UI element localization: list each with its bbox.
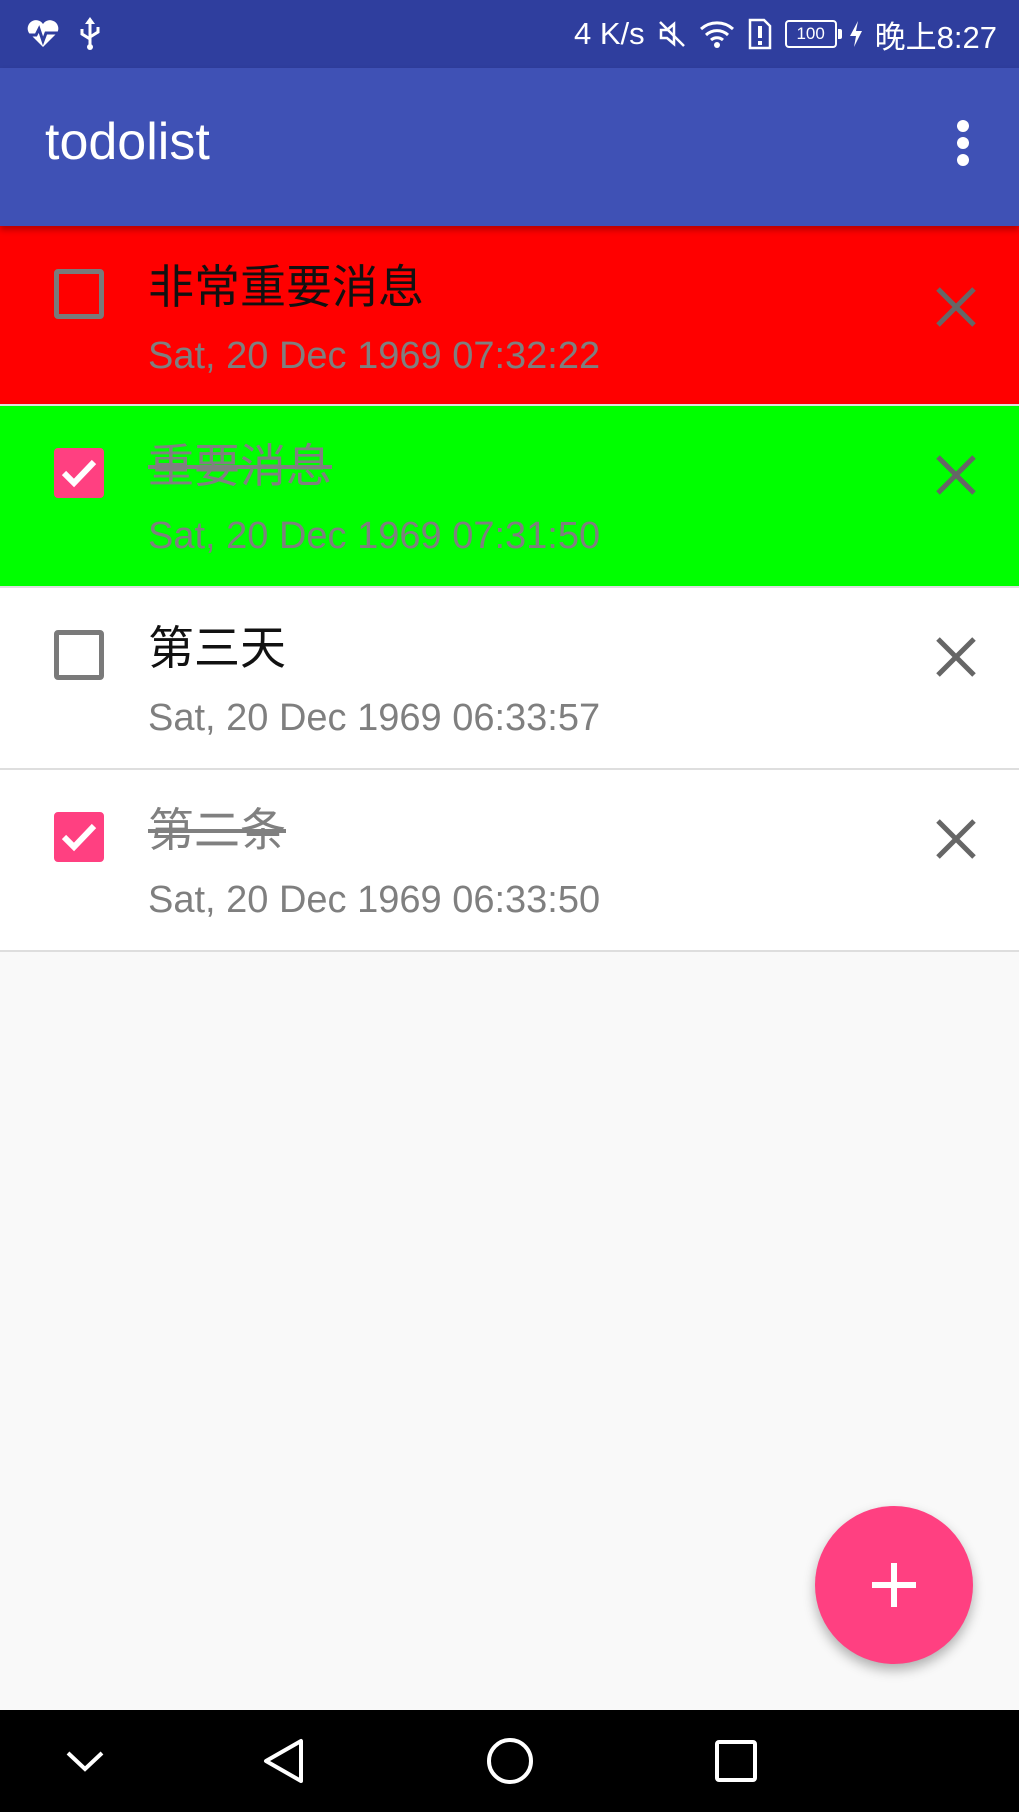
todo-item[interactable]: 第三天 Sat, 20 Dec 1969 06:33:57 <box>0 588 1019 770</box>
todo-timestamp: Sat, 20 Dec 1969 07:31:50 <box>148 515 601 557</box>
home-icon <box>487 1738 533 1784</box>
more-vert-icon <box>957 120 969 166</box>
close-icon <box>936 455 976 495</box>
app-title: todolist <box>45 113 210 171</box>
todo-title: 非常重要消息 <box>148 260 424 314</box>
plus-icon <box>872 1563 916 1607</box>
back-icon <box>264 1739 303 1783</box>
status-right: 4 K/s 100 晚上8:27 <box>574 0 997 68</box>
delete-button[interactable] <box>927 628 985 686</box>
usb-icon <box>78 17 102 51</box>
delete-button[interactable] <box>927 810 985 868</box>
home-button[interactable] <box>480 1731 540 1791</box>
todo-title: 重要消息 <box>148 439 332 493</box>
status-left-icons <box>26 0 102 68</box>
todo-item[interactable]: 非常重要消息 Sat, 20 Dec 1969 07:32:22 <box>0 226 1019 406</box>
close-icon <box>936 819 976 859</box>
todo-checkbox[interactable] <box>54 269 104 319</box>
wifi-icon <box>699 19 735 49</box>
check-icon <box>61 823 97 852</box>
back-button[interactable] <box>253 1731 313 1791</box>
todo-title: 第三天 <box>148 621 286 675</box>
delete-button[interactable] <box>927 446 985 504</box>
mute-icon <box>657 19 687 49</box>
todo-list: 非常重要消息 Sat, 20 Dec 1969 07:32:22 重要消息 Sa… <box>0 226 1019 952</box>
todo-timestamp: Sat, 20 Dec 1969 07:32:22 <box>148 335 601 377</box>
navigation-bar <box>0 1710 1019 1812</box>
todo-checkbox[interactable] <box>54 448 104 498</box>
todo-checkbox[interactable] <box>54 812 104 862</box>
todo-title: 第二条 <box>148 803 286 857</box>
hide-nav-button[interactable] <box>55 1731 115 1791</box>
battery-indicator: 100 <box>784 20 842 48</box>
todo-timestamp: Sat, 20 Dec 1969 06:33:57 <box>148 697 601 739</box>
recents-icon <box>715 1740 757 1782</box>
network-speed: 4 K/s <box>574 16 645 51</box>
charging-icon <box>849 21 863 47</box>
alert-icon <box>747 18 773 50</box>
status-bar: 4 K/s 100 晚上8:27 <box>0 0 1019 68</box>
delete-button[interactable] <box>927 278 985 336</box>
todo-timestamp: Sat, 20 Dec 1969 06:33:50 <box>148 879 601 921</box>
close-icon <box>936 287 976 327</box>
recents-button[interactable] <box>706 1731 766 1791</box>
close-icon <box>936 637 976 677</box>
chevron-down-icon <box>66 1751 104 1772</box>
todo-checkbox[interactable] <box>54 630 104 680</box>
check-icon <box>61 459 97 488</box>
add-todo-button[interactable] <box>815 1506 973 1664</box>
status-time: 晚上8:27 <box>874 19 997 55</box>
todo-item[interactable]: 重要消息 Sat, 20 Dec 1969 07:31:50 <box>0 406 1019 588</box>
todo-item[interactable]: 第二条 Sat, 20 Dec 1969 06:33:50 <box>0 770 1019 952</box>
heart-rate-icon <box>26 19 60 49</box>
app-bar: todolist <box>0 68 1019 226</box>
overflow-menu-button[interactable] <box>933 113 993 173</box>
